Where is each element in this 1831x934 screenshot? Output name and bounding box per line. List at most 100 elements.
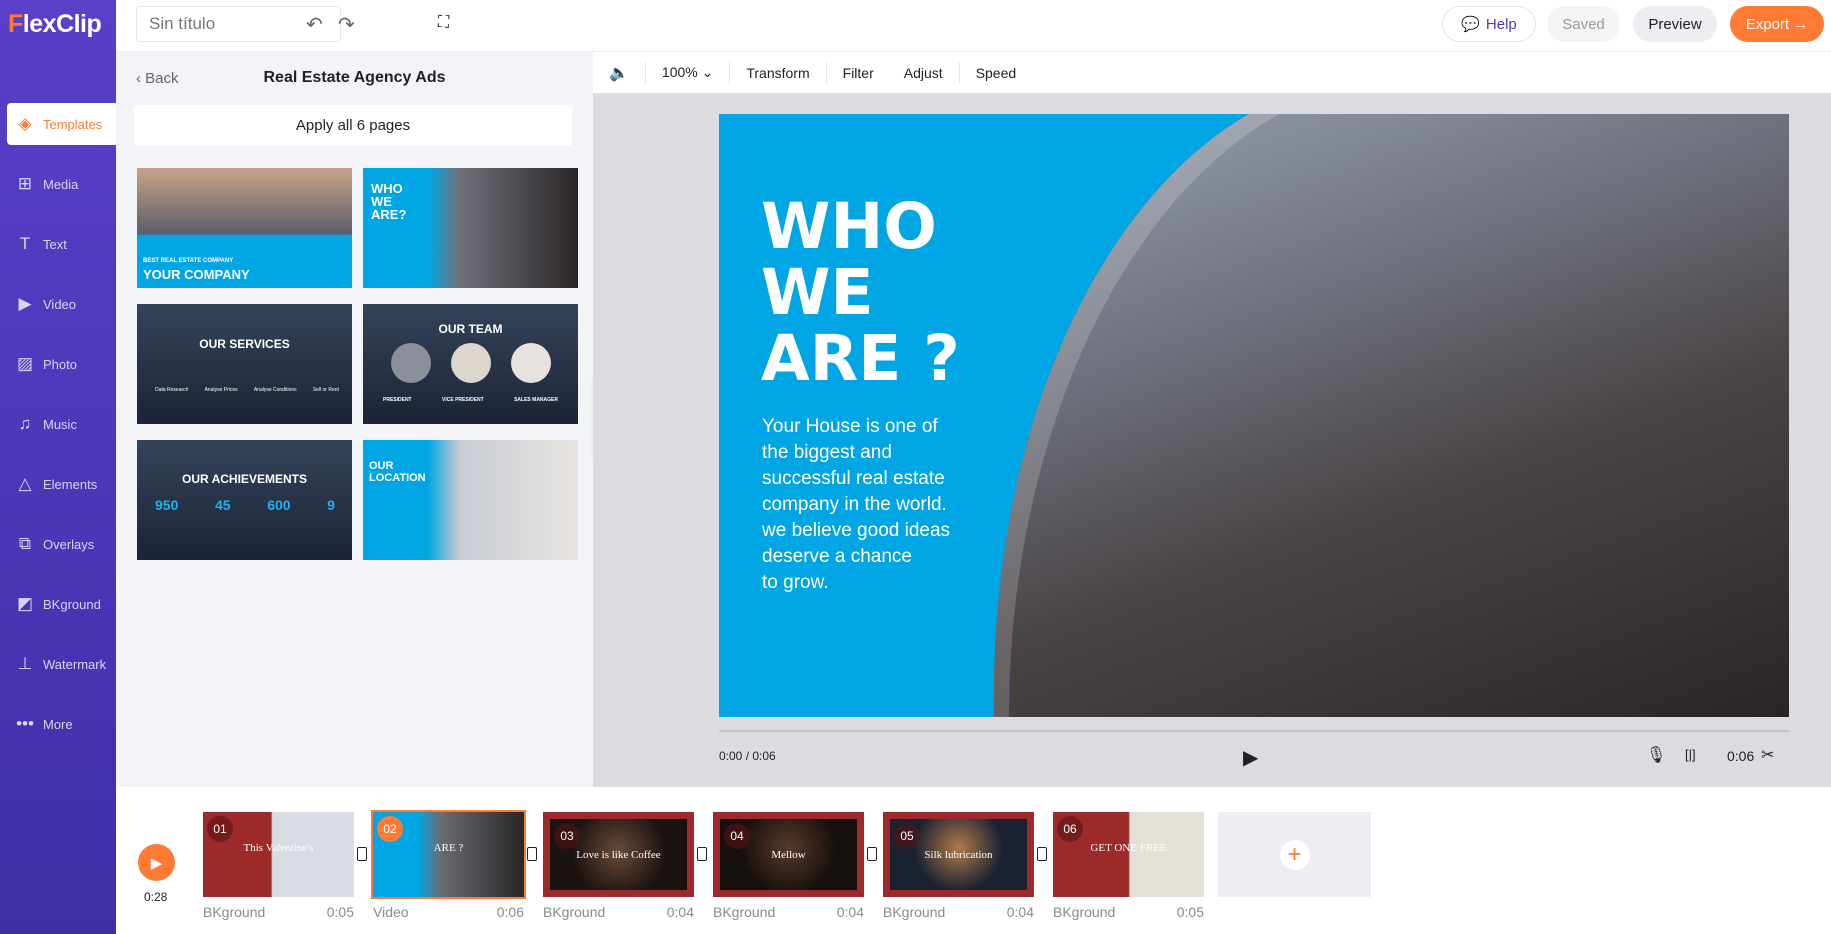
clip-caption: Silk lubrication bbox=[924, 849, 993, 861]
team-avatar bbox=[511, 343, 551, 383]
timeline-clip[interactable]: 04 Mellow bbox=[713, 812, 864, 897]
edit-toolbar: 🔈 100% ⌄ Transform Filter Adjust Speed bbox=[593, 52, 1831, 93]
thumb-item: Sell or Rent bbox=[312, 387, 339, 393]
adjust-button[interactable]: Adjust bbox=[904, 65, 943, 81]
music-icon: ♫ bbox=[18, 414, 32, 433]
preview-button[interactable]: Preview bbox=[1633, 6, 1717, 42]
redo-icon[interactable]: ↷ bbox=[338, 12, 355, 37]
sidebar-item-label: Media bbox=[43, 176, 79, 192]
timeline-clip[interactable]: 03 Love is like Coffee bbox=[543, 812, 694, 897]
sidebar-item-templates[interactable]: ◈ Templates bbox=[7, 103, 116, 145]
template-page-6[interactable]: OUR LOCATION bbox=[363, 440, 578, 560]
transition-button[interactable] bbox=[867, 847, 877, 861]
sidebar-item-label: Overlays bbox=[43, 536, 95, 552]
transition-button[interactable] bbox=[527, 847, 537, 861]
clip-caption: ARE ? bbox=[433, 842, 464, 854]
thumb-item: SALES MANAGER bbox=[514, 397, 558, 403]
thumb-item: VICE PRESIDENT bbox=[442, 397, 484, 403]
sidebar-item-label: Photo bbox=[43, 356, 77, 372]
divider bbox=[958, 61, 960, 84]
team-avatar bbox=[391, 343, 431, 383]
clip-label: BKground 0:05 bbox=[1053, 904, 1204, 920]
sidebar-item-label: Music bbox=[43, 416, 77, 432]
split-icon[interactable]: [|] bbox=[1685, 747, 1696, 762]
thumb-item: PRESIDENT bbox=[383, 397, 412, 403]
playback-progress-bar[interactable] bbox=[719, 730, 1789, 732]
clip-type: BKground bbox=[1053, 904, 1116, 920]
timeline-play-button[interactable]: ▶ bbox=[138, 844, 175, 881]
zoom-dropdown[interactable]: 100% ⌄ bbox=[662, 64, 713, 81]
layers-icon: ◈ bbox=[18, 114, 32, 133]
microphone-icon[interactable]: 🎙 bbox=[1646, 745, 1666, 765]
sidebar-item-media[interactable]: ⊞ Media bbox=[7, 163, 116, 205]
stamp-icon: ⊥ bbox=[17, 654, 33, 673]
team-avatar bbox=[451, 343, 491, 383]
plus-icon: + bbox=[1279, 839, 1310, 870]
divider bbox=[729, 61, 731, 84]
sidebar-item-elements[interactable]: △ Elements bbox=[7, 463, 116, 505]
clip-type: BKground bbox=[203, 904, 266, 920]
undo-icon[interactable]: ↶ bbox=[306, 12, 323, 37]
play-icon[interactable]: ▶ bbox=[1243, 745, 1258, 770]
help-button[interactable]: 💬 Help bbox=[1442, 6, 1536, 42]
preview-stage: WHO WE ARE ? Your House is one of the bi… bbox=[593, 93, 1831, 787]
total-duration: 0:28 bbox=[144, 890, 168, 904]
clip-number: 04 bbox=[724, 823, 750, 849]
volume-icon[interactable]: 🔈 bbox=[609, 63, 629, 83]
sidebar-item-more[interactable]: ••• More bbox=[7, 703, 116, 745]
more-icon: ••• bbox=[16, 714, 34, 733]
thumb-title: OUR LOCATION bbox=[369, 460, 426, 484]
video-canvas[interactable]: WHO WE ARE ? Your House is one of the bi… bbox=[719, 114, 1789, 717]
divider bbox=[825, 61, 827, 84]
sidebar-item-photo[interactable]: ▨ Photo bbox=[7, 343, 116, 385]
sidebar-item-watermark[interactable]: ⊥ Watermark bbox=[7, 643, 116, 685]
sidebar-item-music[interactable]: ♫ Music bbox=[7, 403, 116, 445]
templates-panel: ‹ Back Real Estate Agency Ads Apply all … bbox=[116, 52, 593, 787]
clip-number: 02 bbox=[377, 816, 403, 842]
sidebar-item-text[interactable]: T Text bbox=[7, 223, 116, 265]
timeline-clip[interactable]: 06 GET ONE FREE bbox=[1053, 812, 1204, 897]
timeline-clip[interactable]: 05 Silk lubrication bbox=[883, 812, 1034, 897]
thumb-stat: 600 bbox=[267, 497, 291, 513]
top-bar: ↶ ↷ ⛶ 💬 Help Saved Preview Export → bbox=[116, 0, 1831, 52]
clip-number: 06 bbox=[1057, 816, 1083, 842]
template-page-5[interactable]: OUR ACHIEVEMENTS 950 45 600 9 bbox=[137, 440, 352, 560]
sidebar-item-overlays[interactable]: ⧉ Overlays bbox=[7, 523, 116, 565]
clip-caption: This Valentine's bbox=[243, 842, 314, 854]
sidebar-item-label: Video bbox=[43, 296, 77, 312]
flexclip-logo[interactable]: FlexClip bbox=[8, 10, 102, 39]
timeline-clip[interactable]: 02 ARE ? bbox=[371, 810, 526, 899]
transform-button[interactable]: Transform bbox=[746, 65, 809, 81]
template-page-2[interactable]: WHO WE ARE? bbox=[363, 168, 578, 288]
transition-button[interactable] bbox=[1037, 847, 1047, 861]
clip-number: 03 bbox=[554, 823, 580, 849]
sidebar-item-video[interactable]: ▶ Video bbox=[7, 283, 116, 325]
canvas-heading[interactable]: WHO WE ARE ? bbox=[761, 194, 960, 392]
thumb-item: Analyse Prices bbox=[204, 387, 238, 393]
photo-icon: ▨ bbox=[16, 354, 34, 373]
template-page-1[interactable]: BEST REAL ESTATE COMPANY YOUR COMPANY bbox=[137, 168, 352, 288]
speed-button[interactable]: Speed bbox=[976, 65, 1016, 81]
timeline-clip[interactable]: 01 This Valentine's bbox=[203, 812, 354, 897]
fullscreen-icon[interactable]: ⛶ bbox=[438, 14, 449, 32]
transition-button[interactable] bbox=[357, 847, 367, 861]
playback-time: 0:00 / 0:06 bbox=[719, 749, 776, 763]
clip-type: BKground bbox=[883, 904, 946, 920]
add-clip-button[interactable]: + bbox=[1218, 812, 1371, 897]
export-button[interactable]: Export → bbox=[1730, 6, 1824, 42]
clip-label: BKground 0:05 bbox=[203, 904, 354, 920]
apply-all-button[interactable]: Apply all 6 pages bbox=[134, 105, 572, 146]
template-page-4[interactable]: OUR TEAM PRESIDENT VICE PRESIDENT SALES MA… bbox=[363, 304, 578, 424]
transition-button[interactable] bbox=[697, 847, 707, 861]
clip-caption: Mellow bbox=[771, 849, 806, 861]
clip-duration: 0:04 bbox=[836, 904, 864, 920]
clip-caption: GET ONE FREE bbox=[1090, 842, 1167, 854]
scissors-icon[interactable]: ✂ bbox=[1761, 745, 1774, 765]
clip-number: 01 bbox=[207, 816, 233, 842]
panel-title: Real Estate Agency Ads bbox=[263, 69, 446, 86]
filter-button[interactable]: Filter bbox=[843, 65, 874, 81]
sidebar-item-bkground[interactable]: ◩ BKground bbox=[7, 583, 116, 625]
canvas-body-text[interactable]: Your House is one of the biggest and suc… bbox=[762, 414, 992, 596]
chevron-down-icon: ⌄ bbox=[701, 64, 714, 80]
template-page-3[interactable]: OUR SERVICES Data Research Analyse Prices… bbox=[137, 304, 352, 424]
